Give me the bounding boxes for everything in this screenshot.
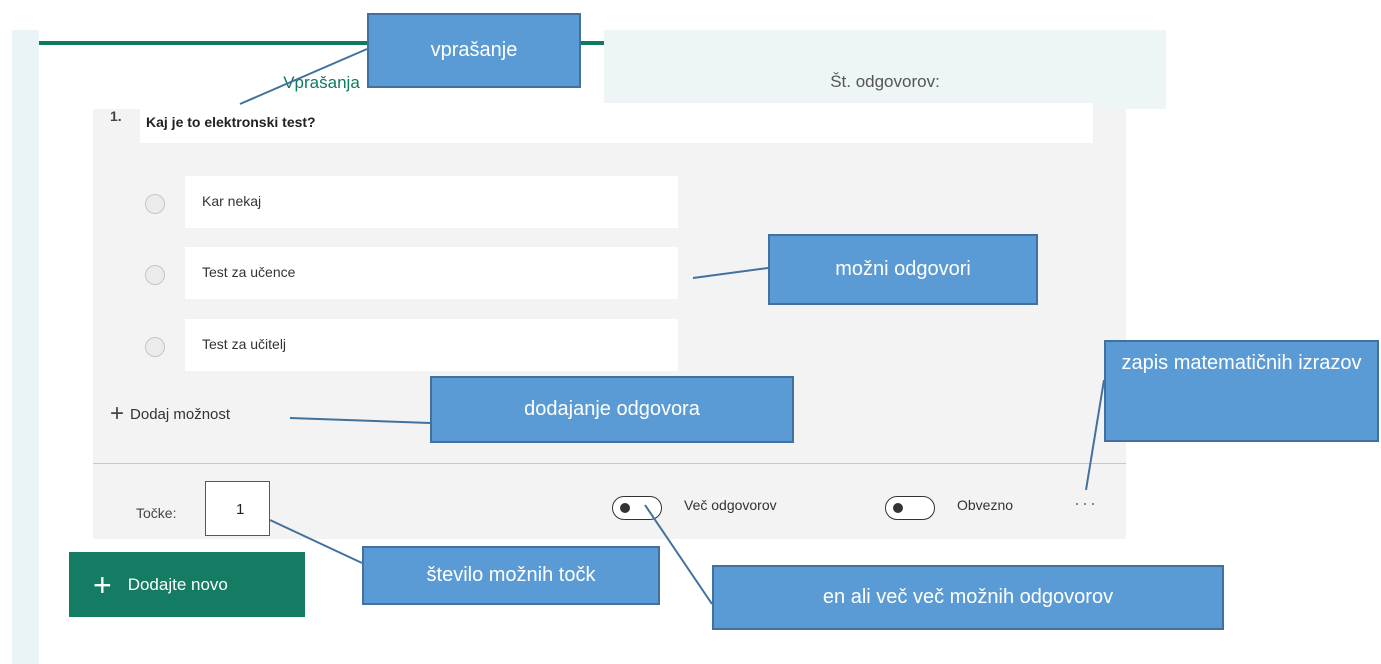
leader-add-answer: [289, 417, 431, 424]
leader-math: [1085, 379, 1105, 491]
leader-question: [239, 48, 368, 105]
callout-math: zapis matematičnih izrazov: [1104, 340, 1379, 442]
callout-question: vprašanje: [367, 13, 581, 88]
leader-answers: [692, 267, 769, 279]
leader-points: [269, 519, 363, 564]
callout-points: število možnih točk: [362, 546, 660, 605]
callout-multi: en ali več več možnih odgovorov: [712, 565, 1224, 630]
callout-possible-answers: možni odgovori: [768, 234, 1038, 305]
callout-add-answer: dodajanje odgovora: [430, 376, 794, 443]
